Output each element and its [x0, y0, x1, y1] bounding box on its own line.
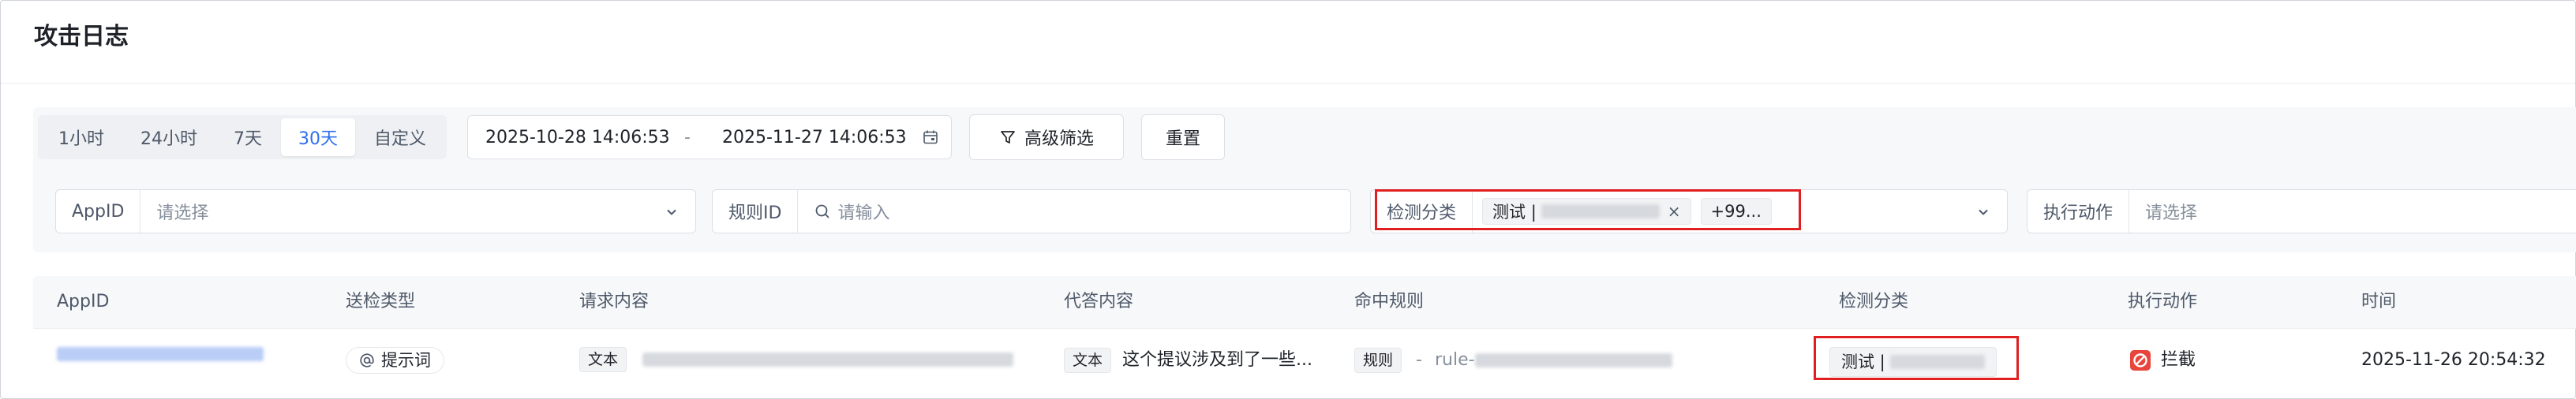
advanced-filter-label: 高级筛选	[1024, 129, 1094, 149]
category-highlight-box	[1375, 189, 1801, 230]
row-request-content: 文本	[579, 347, 1014, 372]
reset-button[interactable]: 重置	[1141, 114, 1225, 160]
range-30d[interactable]: 30天	[281, 118, 355, 156]
calendar-icon	[923, 130, 938, 144]
row-answer-content: 文本 这个提议涉及到了一些...	[1064, 347, 1312, 374]
chevron-down-icon	[1979, 209, 1988, 215]
col-category: 检测分类	[1839, 292, 1909, 311]
appid-filter[interactable]: AppID 请选择	[55, 189, 696, 233]
start-date: 2025-10-28 14:06:53	[485, 127, 670, 147]
col-request: 请求内容	[579, 292, 650, 311]
check-type-label: 提示词	[381, 351, 431, 370]
action-filter[interactable]: 执行动作 请选择	[2027, 189, 2576, 233]
rule-prefix: rule-	[1434, 350, 1475, 370]
col-hit-rule: 命中规则	[1354, 292, 1425, 311]
row-hit-rule: 规则 - rule-	[1354, 347, 1672, 374]
action-label: 拦截	[2161, 350, 2196, 370]
answer-type-tag: 文本	[1064, 348, 1112, 373]
action-filter-label: 执行动作	[2027, 190, 2130, 233]
row-appid-link[interactable]	[57, 347, 264, 361]
col-answer: 代答内容	[1064, 292, 1134, 311]
rule-dash: -	[1416, 350, 1422, 370]
check-type-pill: 提示词	[346, 347, 444, 374]
search-icon	[816, 204, 830, 218]
range-24h[interactable]: 24小时	[123, 118, 215, 156]
end-date: 2025-11-27 14:06:53	[722, 127, 907, 147]
at-sign-icon	[360, 353, 374, 367]
chevron-down-icon	[667, 209, 676, 215]
col-appid: AppID	[57, 292, 110, 311]
col-action: 执行动作	[2128, 292, 2198, 311]
page-title: 攻击日志	[34, 23, 129, 50]
rule-type-tag: 规则	[1354, 348, 1402, 373]
header-divider	[1, 83, 2575, 84]
col-check-type: 送检类型	[346, 292, 416, 311]
block-icon	[2130, 350, 2151, 371]
date-range-picker[interactable]: 2025-10-28 14:06:53 - 2025-11-27 14:06:5…	[467, 115, 952, 159]
appid-filter-label: AppID	[56, 190, 141, 233]
advanced-filter-button[interactable]: 高级筛选	[969, 114, 1124, 160]
redacted-request-text	[642, 352, 1014, 367]
date-separator: -	[684, 127, 691, 147]
filter-icon	[1001, 131, 1015, 144]
rule-id-filter-label: 规则ID	[713, 190, 799, 233]
row-time: 2025-11-26 20:54:32	[2361, 350, 2546, 370]
request-type-tag: 文本	[579, 347, 627, 372]
rule-id-filter-placeholder: 请输入	[837, 203, 890, 223]
rule-id-filter[interactable]: 规则ID 请输入	[712, 189, 1351, 233]
redacted-rule-id	[1474, 353, 1672, 367]
redacted-appid	[57, 347, 264, 361]
time-range-segmented: 1小时 24小时 7天 30天 自定义	[38, 115, 447, 159]
range-custom[interactable]: 自定义	[357, 118, 444, 156]
range-1h[interactable]: 1小时	[41, 118, 122, 156]
action-filter-placeholder: 请选择	[2145, 203, 2198, 223]
row-category-highlight-box	[1814, 336, 2019, 380]
row-check-type: 提示词	[346, 347, 444, 374]
answer-text: 这个提议涉及到了一些...	[1122, 350, 1312, 370]
appid-filter-placeholder: 请选择	[156, 203, 209, 223]
range-7d[interactable]: 7天	[216, 118, 279, 156]
row-action: 拦截	[2129, 347, 2196, 374]
col-time: 时间	[2361, 292, 2397, 311]
